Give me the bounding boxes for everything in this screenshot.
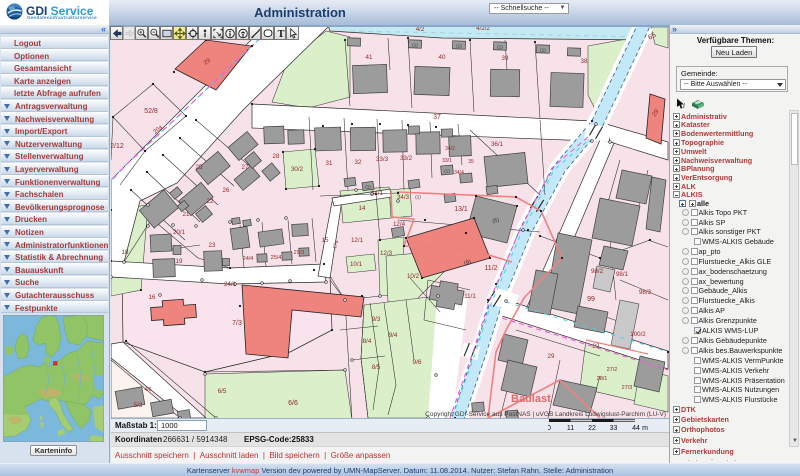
svg-text:(1): (1) — [415, 195, 421, 200]
svg-text:(1): (1) — [444, 169, 450, 174]
svg-text:26: 26 — [223, 187, 230, 194]
svg-text:98/2: 98/2 — [591, 268, 604, 275]
svg-text:25: 25 — [196, 164, 203, 171]
svg-text:33/3: 33/3 — [376, 156, 389, 163]
svg-text:6/6: 6/6 — [288, 400, 298, 407]
svg-text:28/1: 28/1 — [597, 376, 608, 382]
svg-text:25/4: 25/4 — [271, 255, 282, 261]
svg-text:38: 38 — [581, 58, 588, 65]
svg-text:12/4: 12/4 — [393, 221, 406, 228]
svg-text:4/2/2: 4/2/2 — [476, 27, 490, 32]
svg-text:22: 22 — [207, 198, 214, 205]
svg-text:15: 15 — [322, 237, 329, 244]
svg-text:24/4: 24/4 — [243, 256, 254, 262]
svg-text:21: 21 — [183, 211, 190, 218]
svg-text:24/1: 24/1 — [224, 281, 237, 288]
svg-text:20/1: 20/1 — [173, 229, 186, 236]
svg-text:98/3: 98/3 — [639, 289, 652, 296]
svg-text:22: 22 — [588, 425, 596, 432]
svg-text:27/2: 27/2 — [607, 367, 618, 373]
svg-text:36/1: 36/1 — [491, 141, 504, 148]
svg-text:i: i — [683, 102, 685, 109]
svg-text:27/3: 27/3 — [622, 385, 633, 391]
svg-text:33/2: 33/2 — [400, 155, 413, 162]
svg-text:(1): (1) — [412, 43, 418, 48]
svg-text:27: 27 — [242, 164, 249, 171]
svg-text:11: 11 — [567, 425, 574, 432]
svg-text:18: 18 — [122, 249, 129, 256]
svg-text:32: 32 — [355, 159, 362, 166]
svg-text:34/3: 34/3 — [397, 194, 410, 201]
svg-text:41: 41 — [366, 54, 373, 61]
svg-text:22: 22 — [593, 343, 600, 350]
svg-text:44: 44 — [632, 425, 640, 432]
svg-text:(1): (1) — [540, 48, 546, 53]
svg-text:34/2: 34/2 — [445, 146, 455, 152]
svg-text:16: 16 — [149, 294, 156, 301]
svg-text:5/3: 5/3 — [134, 402, 143, 409]
svg-text:(1): (1) — [365, 185, 371, 190]
svg-text:11/2: 11/2 — [484, 265, 497, 272]
svg-text:0: 0 — [548, 425, 551, 432]
svg-text:29/3: 29/3 — [294, 250, 305, 256]
svg-text:52/12: 52/12 — [111, 143, 124, 150]
svg-text:(1): (1) — [497, 45, 503, 50]
svg-text:37: 37 — [433, 114, 441, 121]
svg-text:9/4: 9/4 — [389, 332, 398, 339]
svg-text:99: 99 — [587, 296, 595, 303]
svg-text:23: 23 — [209, 242, 216, 249]
svg-text:12/3: 12/3 — [380, 250, 393, 257]
svg-text:33/1: 33/1 — [442, 158, 452, 164]
svg-text:34/4: 34/4 — [454, 170, 464, 176]
svg-text:10/2: 10/2 — [407, 273, 420, 280]
svg-text:40: 40 — [439, 54, 446, 61]
svg-text:8/5: 8/5 — [372, 364, 381, 371]
svg-text:10/1: 10/1 — [350, 261, 363, 268]
svg-text:9/3: 9/3 — [372, 316, 381, 323]
svg-text:Copyright GDI-Service aus Post: Copyright GDI-Service aus PostNAS | uVGB… — [425, 411, 666, 418]
svg-text:m: m — [642, 425, 648, 432]
svg-text:11/1: 11/1 — [464, 293, 476, 300]
svg-text:52/8: 52/8 — [144, 108, 158, 115]
svg-text:6/5: 6/5 — [218, 388, 227, 395]
svg-text:8/4: 8/4 — [363, 338, 372, 345]
svg-text:T: T — [277, 29, 284, 40]
svg-text:7/3: 7/3 — [232, 320, 242, 327]
svg-text:34/1: 34/1 — [371, 190, 384, 197]
svg-text:33: 33 — [610, 425, 618, 432]
svg-text:30/2: 30/2 — [291, 166, 304, 173]
svg-text:31: 31 — [326, 160, 333, 167]
svg-text:39: 39 — [502, 55, 509, 62]
svg-text:Baulast: Baulast — [511, 393, 551, 405]
svg-text:28: 28 — [273, 153, 280, 160]
svg-text:19: 19 — [176, 258, 183, 265]
svg-text:35: 35 — [468, 159, 474, 165]
svg-text:(1): (1) — [456, 44, 462, 49]
svg-text:29: 29 — [548, 353, 555, 360]
svg-text:4/6: 4/6 — [145, 387, 152, 393]
svg-text:98/1: 98/1 — [616, 271, 629, 278]
svg-text:4/2: 4/2 — [416, 27, 425, 33]
svg-text:9/6: 9/6 — [412, 359, 421, 366]
svg-text:14: 14 — [359, 205, 366, 212]
svg-text:13/1: 13/1 — [454, 206, 468, 213]
svg-text:12/1: 12/1 — [351, 237, 364, 244]
svg-text:100/2: 100/2 — [630, 331, 646, 338]
